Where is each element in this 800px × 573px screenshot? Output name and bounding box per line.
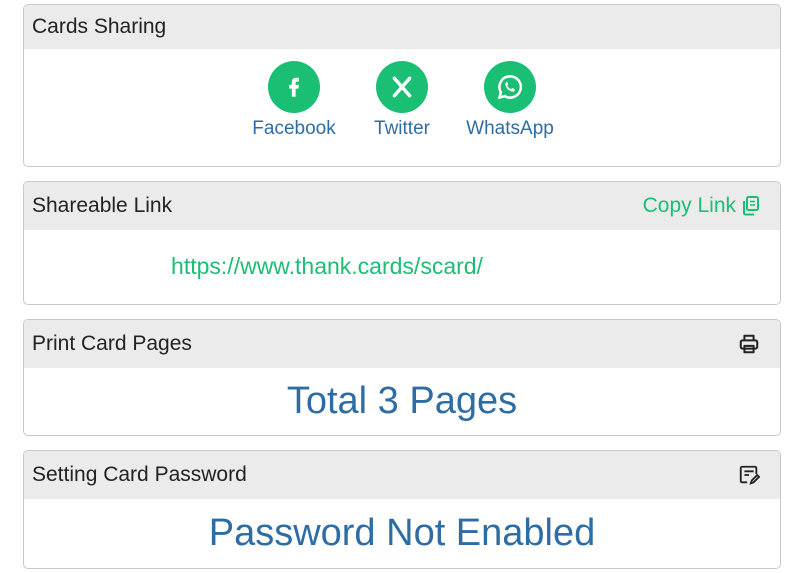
share-facebook-button[interactable]: Facebook xyxy=(240,61,348,140)
share-whatsapp-button[interactable]: WhatsApp xyxy=(456,61,564,140)
cards-sharing-panel: Cards Sharing Facebook Twitter WhatsApp xyxy=(23,4,781,167)
share-buttons-row: Facebook Twitter WhatsApp xyxy=(24,49,780,165)
facebook-icon[interactable] xyxy=(268,61,320,113)
password-status-text: Password Not Enabled xyxy=(208,511,596,554)
share-facebook-label[interactable]: Facebook xyxy=(252,118,335,140)
copy-link-label[interactable]: Copy Link xyxy=(643,194,736,218)
shareable-link-body: https://www.thank.cards/scard/ xyxy=(24,230,780,302)
print-card-pages-panel: Print Card Pages Total 3 Pages xyxy=(23,319,781,436)
shareable-link-panel: Shareable Link Copy Link https://www.tha… xyxy=(23,181,781,305)
print-card-pages-header: Print Card Pages xyxy=(24,320,780,368)
printer-icon[interactable] xyxy=(738,333,760,355)
copy-link-button[interactable]: Copy Link xyxy=(643,194,760,218)
x-twitter-icon[interactable] xyxy=(376,61,428,113)
shareable-link-header: Shareable Link Copy Link xyxy=(24,182,780,230)
share-whatsapp-label[interactable]: WhatsApp xyxy=(466,118,554,140)
card-password-panel: Setting Card Password Password Not Enabl… xyxy=(23,450,781,569)
print-card-pages-body: Total 3 Pages xyxy=(24,368,780,434)
card-password-title: Setting Card Password xyxy=(32,463,247,486)
copy-icon[interactable] xyxy=(742,196,760,216)
share-twitter-button[interactable]: Twitter xyxy=(348,61,456,140)
shareable-url-text[interactable]: https://www.thank.cards/scard/ xyxy=(171,253,483,280)
print-card-pages-title: Print Card Pages xyxy=(32,332,192,355)
edit-password-icon[interactable] xyxy=(738,464,760,486)
redacted-url-suffix xyxy=(483,254,633,278)
cards-sharing-header: Cards Sharing xyxy=(24,5,780,49)
shareable-link-title: Shareable Link xyxy=(32,194,173,217)
card-password-header: Setting Card Password xyxy=(24,451,780,499)
share-twitter-label[interactable]: Twitter xyxy=(374,118,430,140)
cards-sharing-title: Cards Sharing xyxy=(32,15,167,38)
card-password-body: Password Not Enabled xyxy=(24,499,780,567)
whatsapp-icon[interactable] xyxy=(484,61,536,113)
total-pages-text: Total 3 Pages xyxy=(286,379,518,422)
